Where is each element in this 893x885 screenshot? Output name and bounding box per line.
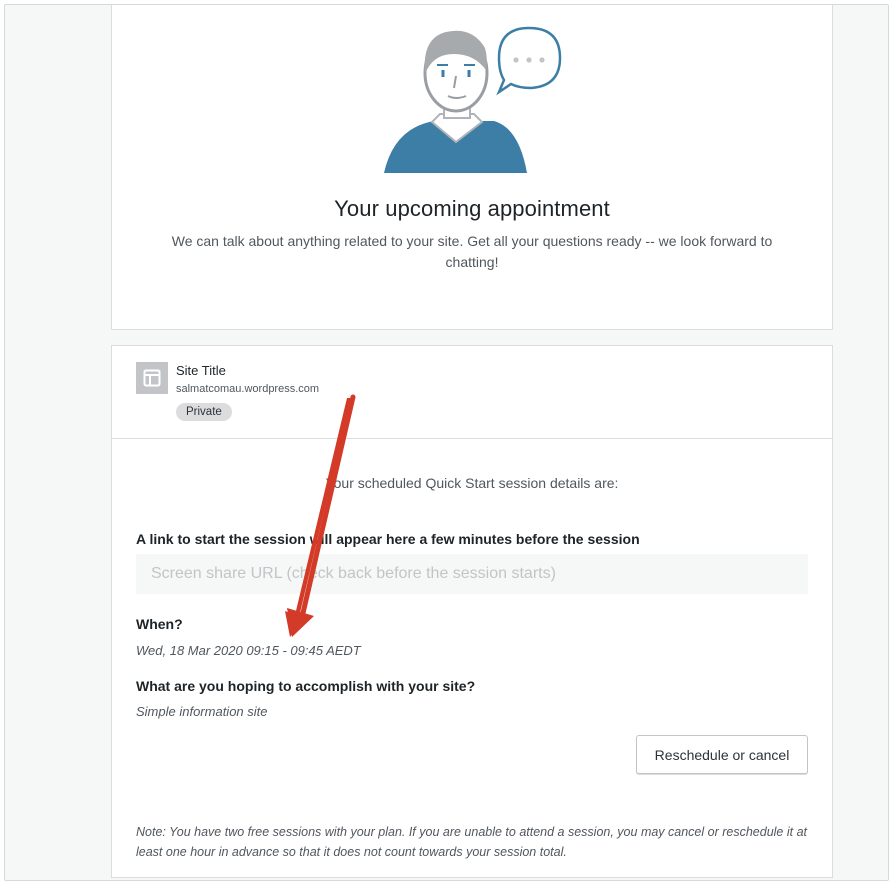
when-label: When? <box>136 616 183 632</box>
site-url: salmatcomau.wordpress.com <box>176 383 320 395</box>
session-link-label: A link to start the session will appear … <box>136 531 640 547</box>
site-title[interactable]: Site Title <box>176 363 226 378</box>
goal-value: Simple information site <box>136 704 268 719</box>
private-badge: Private <box>176 403 232 421</box>
site-layout-icon <box>136 362 168 394</box>
appointment-subtitle: We can talk about anything related to yo… <box>171 233 773 270</box>
goal-label: What are you hoping to accomplish with y… <box>136 678 476 694</box>
screen-share-url-input[interactable] <box>136 554 808 594</box>
page-frame: Your upcoming appointment We can talk ab… <box>4 4 889 881</box>
session-intro-text: Your scheduled Quick Start session detai… <box>325 475 619 491</box>
site-header: Site Title salmatcomau.wordpress.com Pri… <box>112 346 832 439</box>
appointment-intro-card: Your upcoming appointment We can talk ab… <box>111 5 833 330</box>
sessions-note: Note: You have two free sessions with yo… <box>136 825 807 859</box>
reschedule-or-cancel-button[interactable]: Reschedule or cancel <box>636 735 808 774</box>
appointment-title: Your upcoming appointment <box>334 196 610 221</box>
when-value: Wed, 18 Mar 2020 09:15 - 09:45 AEDT <box>136 643 361 658</box>
session-details-card: Site Title salmatcomau.wordpress.com Pri… <box>111 345 833 878</box>
support-person-illustration <box>384 26 562 173</box>
